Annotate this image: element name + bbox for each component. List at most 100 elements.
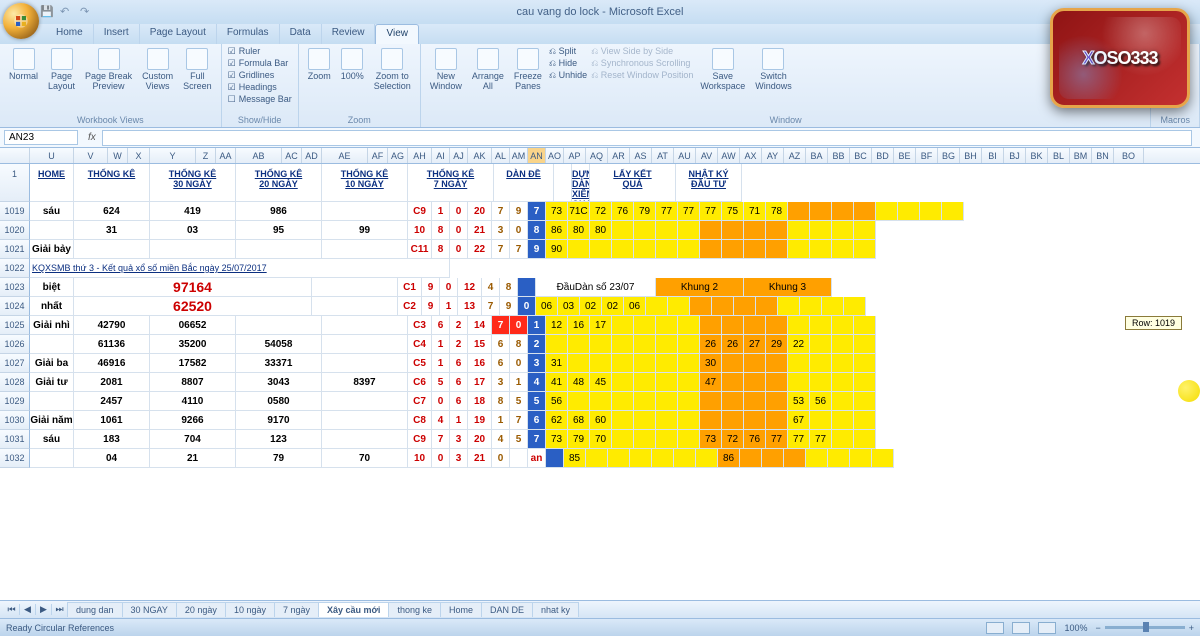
cell[interactable]: 04	[74, 449, 150, 468]
cell[interactable]	[634, 316, 656, 335]
cell[interactable]: 77	[766, 430, 788, 449]
cell[interactable]: 6	[450, 354, 468, 373]
cell[interactable]: 20	[468, 430, 492, 449]
cell[interactable]: 73	[546, 430, 568, 449]
cell[interactable]: THỐNG KÊ 30 NGÀY	[150, 164, 236, 202]
cell[interactable]: C5	[408, 354, 432, 373]
cell[interactable]: 77	[810, 430, 832, 449]
cell[interactable]: 35200	[150, 335, 236, 354]
cell[interactable]: 10	[408, 221, 432, 240]
col-BE[interactable]: BE	[894, 148, 916, 163]
cell[interactable]: 2457	[74, 392, 150, 411]
cell[interactable]: 47	[700, 373, 722, 392]
cell[interactable]: 16	[568, 316, 590, 335]
cell[interactable]: sáu	[30, 430, 74, 449]
cell[interactable]	[832, 316, 854, 335]
sheet-tab[interactable]: dung dan	[67, 602, 123, 617]
cell[interactable]: 54058	[236, 335, 322, 354]
cell[interactable]: 33371	[236, 354, 322, 373]
cell[interactable]: 183	[74, 430, 150, 449]
cell[interactable]: 06652	[150, 316, 236, 335]
sheet-tab[interactable]: Xây cầu mới	[318, 602, 389, 617]
sheet-tab[interactable]: nhat ky	[532, 602, 579, 617]
cell[interactable]	[678, 221, 700, 240]
cell[interactable]	[696, 449, 718, 468]
cell[interactable]: 6	[450, 392, 468, 411]
cell[interactable]: 3	[450, 430, 468, 449]
cell[interactable]	[700, 316, 722, 335]
col-BM[interactable]: BM	[1070, 148, 1092, 163]
col-BN[interactable]: BN	[1092, 148, 1114, 163]
cell[interactable]	[788, 316, 810, 335]
cell[interactable]	[832, 221, 854, 240]
cell[interactable]: KQXSMB thứ 3 - Kết quả xổ số miền Bắc ng…	[30, 259, 450, 278]
cell[interactable]: THỐNG KÊ 7 NGÀY	[408, 164, 494, 202]
cell[interactable]	[74, 240, 150, 259]
col-AS[interactable]: AS	[630, 148, 652, 163]
cell[interactable]: C2	[398, 297, 422, 316]
cell[interactable]	[612, 373, 634, 392]
cell[interactable]	[634, 411, 656, 430]
cell[interactable]: 9170	[236, 411, 322, 430]
cell[interactable]: 77	[700, 202, 722, 221]
row-header[interactable]: 1025	[0, 316, 30, 335]
cell[interactable]: 2	[450, 316, 468, 335]
cell[interactable]: sáu	[30, 202, 74, 221]
cell[interactable]	[832, 202, 854, 221]
cell[interactable]: 7	[510, 411, 528, 430]
ribbon-full[interactable]: Full Screen	[180, 46, 215, 94]
cell[interactable]: Khung 2	[656, 278, 744, 297]
cell[interactable]	[590, 240, 612, 259]
cell[interactable]: C9	[408, 430, 432, 449]
cell[interactable]	[678, 373, 700, 392]
cell[interactable]: 8	[510, 335, 528, 354]
cell[interactable]	[744, 221, 766, 240]
cell[interactable]: C3	[408, 316, 432, 335]
ribbon-new[interactable]: New Window	[427, 46, 465, 94]
col-AJ[interactable]: AJ	[450, 148, 468, 163]
cell[interactable]: 0	[450, 240, 468, 259]
cell[interactable]	[854, 240, 876, 259]
cell[interactable]: 86	[718, 449, 740, 468]
cell[interactable]: Giải bảy	[30, 240, 74, 259]
cell[interactable]: 86	[546, 221, 568, 240]
cell[interactable]	[854, 392, 876, 411]
cell[interactable]: 78	[766, 202, 788, 221]
ribbon-freeze[interactable]: Freeze Panes	[511, 46, 545, 94]
cell[interactable]	[590, 392, 612, 411]
sheet-tab[interactable]: 30 NGAY	[122, 602, 177, 617]
row-header[interactable]: 1020	[0, 221, 30, 240]
cell[interactable]: 0	[450, 221, 468, 240]
cell[interactable]: 3	[528, 354, 546, 373]
cell[interactable]	[854, 335, 876, 354]
row-header[interactable]: 1031	[0, 430, 30, 449]
cell[interactable]	[322, 430, 408, 449]
cell[interactable]: 21	[468, 449, 492, 468]
row-header[interactable]: 1032	[0, 449, 30, 468]
cell[interactable]	[634, 335, 656, 354]
cell[interactable]	[652, 449, 674, 468]
cell[interactable]: 8397	[322, 373, 408, 392]
col-BJ[interactable]: BJ	[1004, 148, 1026, 163]
cell[interactable]: THỐNG KÊ 10 NGÀY	[322, 164, 408, 202]
cell[interactable]: 03	[150, 221, 236, 240]
cell[interactable]	[722, 240, 744, 259]
cell[interactable]	[656, 373, 678, 392]
cell[interactable]: 1	[432, 335, 450, 354]
zoom-slider[interactable]: −+	[1095, 623, 1194, 633]
cell[interactable]: 76	[744, 430, 766, 449]
cell[interactable]: 7	[528, 202, 546, 221]
tab-home[interactable]: Home	[46, 24, 94, 44]
cell[interactable]: 77	[788, 430, 810, 449]
cell[interactable]: 8	[500, 278, 518, 297]
cell[interactable]	[518, 278, 536, 297]
cell[interactable]	[612, 411, 634, 430]
cell[interactable]: 27	[744, 335, 766, 354]
cell[interactable]: 61136	[74, 335, 150, 354]
cell[interactable]: Giải năm	[30, 411, 74, 430]
cell[interactable]	[734, 297, 756, 316]
view-layout-button[interactable]	[1012, 622, 1030, 634]
ribbon-arrange[interactable]: Arrange All	[469, 46, 507, 94]
cell[interactable]: 624	[74, 202, 150, 221]
col-BK[interactable]: BK	[1026, 148, 1048, 163]
